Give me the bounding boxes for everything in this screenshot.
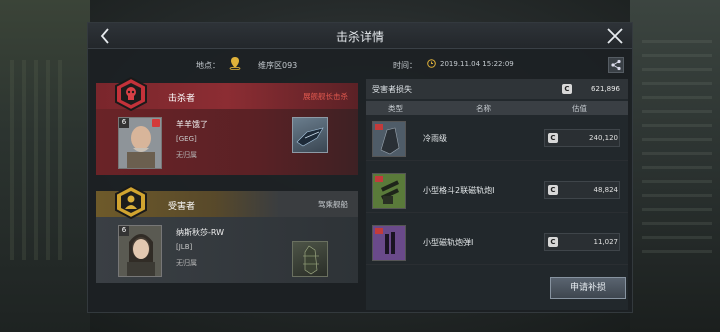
background-right	[630, 0, 720, 332]
loss-item-name: 小型格斗2联磁轨炮Ⅰ	[423, 186, 495, 195]
ammo-item-icon	[372, 225, 406, 261]
ship-item-icon	[372, 121, 406, 157]
victim-tag: 驾乘舰船	[318, 200, 348, 209]
victim-role-label: 受害者	[168, 202, 196, 212]
weapon-item-icon	[372, 173, 406, 209]
column-name: 名称	[476, 104, 491, 113]
loss-item-row[interactable]: 小型磁轨炮弹Ⅰ C 11,027	[366, 221, 628, 265]
time-value: 2019.11.04 15:22:09	[440, 60, 514, 68]
time-label: 时间：	[393, 61, 417, 70]
victim-avatar[interactable]: 6	[118, 225, 162, 277]
victim-ship-thumbnail[interactable]	[292, 241, 328, 277]
corp-flag-icon	[152, 119, 160, 127]
title-bar: 击杀详情	[88, 23, 632, 49]
killer-name: 羊羊饿了	[176, 120, 208, 129]
killer-avatar[interactable]: 6	[118, 117, 162, 169]
isk-icon: C	[548, 133, 558, 143]
killer-tag: 展舰舰长击杀	[303, 92, 348, 101]
share-icon	[611, 59, 621, 71]
background-left	[0, 0, 90, 332]
info-bar: 地点： 维序区093 时间： 2019.11.04 15:22:09	[88, 53, 632, 75]
claim-compensation-button[interactable]: 申请补损	[550, 277, 626, 299]
close-button[interactable]	[604, 25, 626, 47]
killer-role-label: 击杀者	[168, 94, 196, 104]
close-icon	[607, 28, 623, 44]
killer-ship-thumbnail[interactable]	[292, 117, 328, 153]
location-value: 维序区093	[258, 61, 298, 70]
victim-level: 6	[119, 226, 129, 236]
loss-item-value: 11,027	[593, 238, 619, 246]
victim-loss-panel: 受害者损失 C 621,896 类型 名称 估值 冷雨级 C 240,120 小…	[366, 79, 628, 310]
killer-card[interactable]: 击杀者 展舰舰长击杀 6 羊羊饿了 [GEG] 无归属	[96, 76, 358, 175]
victim-name: 纳斯秋莎-RW	[176, 228, 225, 237]
isk-icon: C	[548, 185, 558, 195]
kill-detail-panel: 击杀详情 地点： 维序区093 时间： 2019.11.04 15:22:09 …	[87, 22, 633, 313]
isk-icon: C	[548, 237, 558, 247]
loss-item-name: 冷雨级	[423, 134, 447, 143]
loss-title: 受害者损失	[372, 85, 412, 94]
loss-item-value: 48,824	[593, 186, 619, 194]
loss-total: 621,896	[591, 85, 620, 93]
loss-item-row[interactable]: 小型格斗2联磁轨炮Ⅰ C 48,824	[366, 169, 628, 213]
victim-corp: [JLB]	[176, 243, 193, 251]
loss-header: 受害者损失 C 621,896	[366, 79, 628, 99]
loss-columns: 类型 名称 估值	[366, 101, 628, 115]
column-type: 类型	[388, 104, 403, 113]
isk-icon: C	[562, 84, 572, 94]
clock-icon	[427, 59, 436, 68]
victim-card[interactable]: 受害者 驾乘舰船 6 纳斯秋莎-RW [JLB] 无归属	[96, 184, 358, 283]
killer-header: 击杀者 展舰舰长击杀	[96, 76, 358, 112]
loss-item-name: 小型磁轨炮弹Ⅰ	[423, 238, 474, 247]
killer-alliance: 无归属	[176, 151, 197, 159]
loss-item-value: 240,120	[589, 134, 618, 142]
loss-item-row[interactable]: 冷雨级 C 240,120	[366, 117, 628, 161]
victim-header: 受害者 驾乘舰船	[96, 184, 358, 220]
skull-badge-icon	[114, 76, 148, 112]
location-pin-icon	[228, 56, 242, 71]
column-value: 估值	[572, 104, 587, 113]
share-button[interactable]	[608, 57, 624, 73]
victim-badge-icon	[114, 184, 148, 220]
location-label: 地点：	[196, 61, 220, 70]
page-title: 击杀详情	[335, 30, 384, 44]
killer-level: 6	[119, 118, 129, 128]
killer-corp: [GEG]	[176, 135, 197, 143]
victim-alliance: 无归属	[176, 259, 197, 267]
